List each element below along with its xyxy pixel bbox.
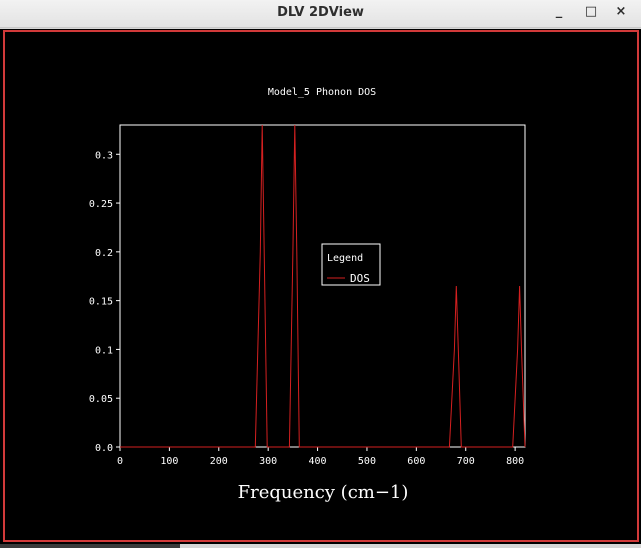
y-axis: 0.0 0.05 0.1 0.15 0.2 0.25 0.3 [89, 150, 120, 454]
chart-title: Model_5 Phonon DOS [268, 87, 376, 98]
x-tick-label: 800 [506, 456, 524, 467]
x-tick-label: 200 [210, 456, 228, 467]
y-tick-label: 0.1 [95, 345, 113, 356]
x-tick-label: 600 [407, 456, 425, 467]
x-axis-label: Frequency (cm−1) [238, 482, 409, 503]
x-tick-label: 500 [358, 456, 376, 467]
legend: Legend DOS [321, 243, 381, 286]
legend-label-dos: DOS [350, 272, 370, 285]
y-tick-label: 0.0 [95, 443, 113, 454]
plot-area-border [119, 124, 526, 448]
y-tick-label: 0.3 [95, 150, 113, 161]
series-line-dos [120, 124, 526, 448]
x-tick-label: 300 [259, 456, 277, 467]
legend-title: Legend [327, 253, 363, 264]
x-tick-label: 0 [117, 456, 123, 467]
x-tick-label: 400 [309, 456, 327, 467]
dos-chart: Model_5 Phonon DOS 0.0 0.05 0.1 0.15 0.2 0.25… [89, 87, 526, 503]
x-tick-label: 100 [160, 456, 178, 467]
x-axis: 0 100 200 300 400 500 600 700 800 [117, 447, 524, 467]
y-tick-label: 0.2 [95, 248, 113, 259]
y-tick-label: 0.15 [89, 297, 113, 308]
series-group [120, 124, 526, 448]
y-tick-label: 0.25 [89, 199, 113, 210]
x-tick-label: 700 [457, 456, 475, 467]
y-tick-label: 0.05 [89, 394, 113, 405]
